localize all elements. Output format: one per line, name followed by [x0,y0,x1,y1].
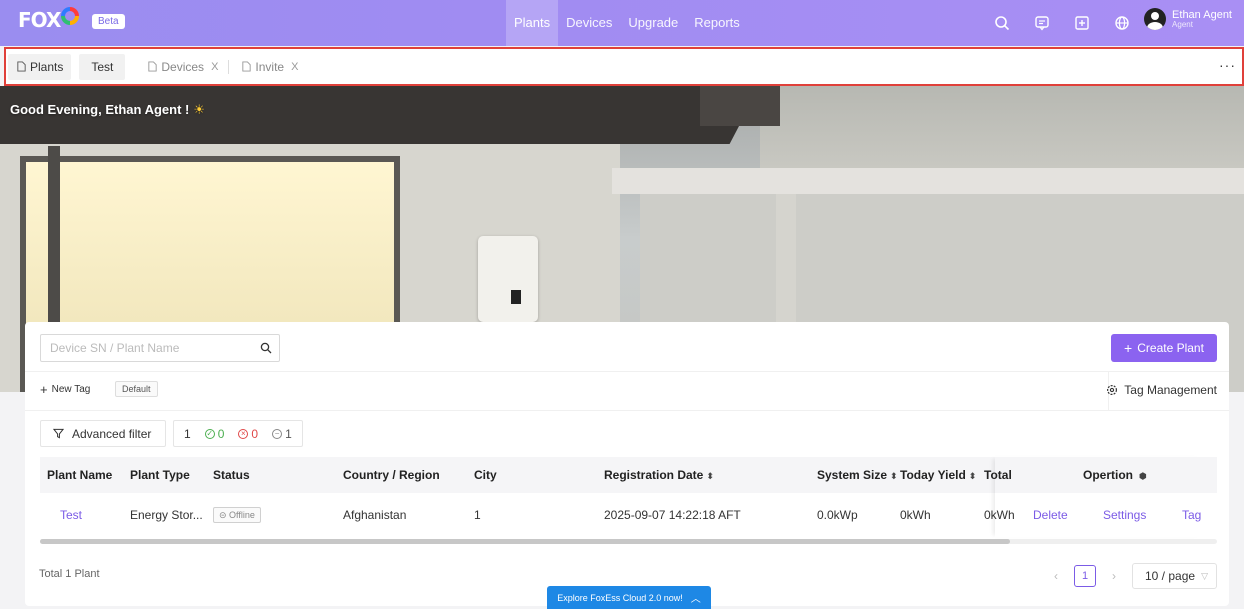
more-icon[interactable]: ··· [1219,57,1236,73]
col-country: Country / Region [343,468,440,482]
sort-icon: ⬍ [890,471,898,481]
tab-separator [228,59,230,74]
search-icon[interactable] [990,11,1014,35]
col-system-size[interactable]: System Size ⬍ [817,457,898,493]
user-role: Agent [1172,19,1193,29]
today-yield-cell: 0kWh [900,508,931,522]
tab-invite[interactable]: Invite X [233,54,306,80]
tab-label: Test [91,59,114,74]
nav-plants[interactable]: Plants [506,0,559,46]
search-input[interactable] [41,341,256,355]
tab-devices[interactable]: Devices X [139,54,226,80]
count-fault[interactable]: × 0 [238,427,258,441]
x-circle-icon: × [238,428,249,439]
chevron-up-icon: ︿ [690,594,701,605]
reg-date-cell: 2025-09-07 14:22:18 AFT [604,508,741,522]
page-icon [17,61,26,72]
page-tabs: Plants Test Devices X Invite X ··· [4,47,1244,86]
greeting: Good Evening, Ethan Agent ! ☀ [10,102,206,117]
city-cell: 1 [474,508,481,522]
top-header: FOX Beta Plants Devices Upgrade Reports … [0,0,1244,46]
tab-label: Plants [30,59,64,74]
page-icon [242,61,252,72]
minus-circle-icon: ⊝ [219,509,230,520]
main-nav: Plants Devices Upgrade Reports [506,0,748,46]
search-icon[interactable] [253,335,279,361]
user-name: Ethan Agent [1172,8,1232,21]
col-status: Status [213,468,250,482]
check-circle-icon: ✓ [204,428,215,439]
pagination: ‹ 1 › 10 / page ▽ [1048,563,1217,589]
tab-test[interactable]: Test [79,53,126,80]
explore-banner[interactable]: Explore FoxEss Cloud 2.0 now! ︿ [547,586,711,609]
minus-circle-icon: − [272,428,283,439]
inverter-image [478,236,538,322]
tab-plants[interactable]: Plants [8,53,72,80]
tab-label: Invite [255,59,285,74]
plus-icon: + [1124,340,1133,356]
filter-icon [53,428,64,439]
beta-badge: Beta [92,14,125,29]
avatar [1144,8,1167,30]
advanced-filter-button[interactable]: Advanced filter [40,420,166,447]
page-number[interactable]: 1 [1074,565,1096,587]
fox-logo[interactable]: FOX [18,7,80,32]
system-size-cell: 0.0kWp [817,508,858,522]
col-city: City [474,468,497,482]
tab-label: Devices [161,59,205,74]
sort-icon: ⬍ [968,471,977,481]
plus-icon: + [40,382,48,397]
plants-panel: + Create Plant + New Tag Default Tag Man… [25,322,1229,606]
tag-default[interactable]: Default [115,381,158,397]
divider [25,371,1229,372]
nav-reports[interactable]: Reports [686,0,748,46]
search-box [40,334,280,362]
new-tag-button[interactable]: + New Tag [40,382,90,397]
status-counts: 1 ✓ 0 × 0 −1 [173,420,303,447]
plant-type-cell: Energy Stor... [130,508,203,522]
col-today-yield[interactable]: Today Yield ⬍ [900,457,976,493]
next-page-icon[interactable]: › [1106,569,1122,583]
close-icon[interactable]: X [291,61,298,73]
status-cell: ⊝ Offline [213,493,261,537]
nav-upgrade[interactable]: Upgrade [620,0,686,46]
close-icon[interactable]: X [211,61,218,73]
page-icon [148,61,157,72]
plant-name-link[interactable]: Test [60,493,82,537]
message-icon[interactable] [1030,11,1054,35]
count-offline[interactable]: −1 [272,427,292,441]
sun-icon: ☀ [193,102,206,117]
tag-management-button[interactable]: Tag Management [1106,383,1217,397]
create-plant-button[interactable]: + Create Plant [1111,334,1217,362]
sort-icon: ⬍ [706,471,714,481]
col-plant-name: Plant Name [47,468,113,482]
add-box-icon[interactable] [1070,11,1094,35]
chevron-down-icon: ▽ [1201,570,1208,581]
col-plant-type: Plant Type [130,468,190,482]
prev-page-icon[interactable]: ‹ [1048,569,1064,583]
logo-ring-icon [61,7,80,25]
header-icons [990,11,1134,35]
count-total[interactable]: 1 [184,427,191,441]
count-online[interactable]: ✓ 0 [204,427,224,441]
status-badge: ⊝ Offline [213,506,261,523]
gear-icon [1107,384,1118,396]
col-registration-date[interactable]: Registration Date ⬍ [604,457,714,493]
page-size-select[interactable]: 10 / page ▽ [1132,563,1217,589]
horizontal-scrollbar[interactable] [40,539,1010,544]
user-menu[interactable]: Ethan Agent Agent [1144,8,1232,30]
divider [25,410,1229,411]
globe-icon[interactable] [1110,11,1134,35]
logo-text: FOX [18,8,61,32]
total-count: Total 1 Plant [39,568,100,580]
country-cell: Afghanistan [343,508,407,522]
nav-devices[interactable]: Devices [558,0,620,46]
